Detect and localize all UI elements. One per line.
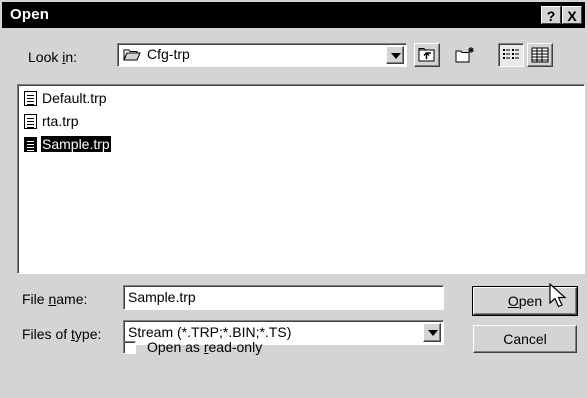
- file-list[interactable]: Default.trp rta.trp Sample.trp: [17, 84, 585, 274]
- file-name: rta.trp: [42, 113, 79, 129]
- title-bar: Open ? X: [2, 2, 585, 28]
- up-one-level-button[interactable]: [414, 43, 440, 67]
- document-icon: [24, 91, 37, 106]
- mouse-cursor-icon: [549, 283, 567, 308]
- file-type-label: Files of type:: [22, 326, 102, 342]
- open-dialog: Open ? X Look in: Cfg-trp Default.trp rt…: [0, 0, 587, 398]
- help-button[interactable]: ?: [541, 6, 561, 24]
- read-only-label: Open as read-only: [147, 339, 263, 355]
- look-in-label: Look in:: [28, 49, 78, 65]
- file-name-value: Sample.trp: [128, 289, 196, 305]
- file-name-label: File name:: [22, 291, 88, 307]
- details-view-icon: [531, 47, 549, 63]
- up-folder-icon: [418, 48, 435, 62]
- file-name: Default.trp: [42, 90, 107, 106]
- document-icon: [24, 137, 37, 152]
- file-type-value: Stream (*.TRP;*.BIN;*.TS): [128, 324, 292, 340]
- list-view-button[interactable]: [498, 43, 524, 67]
- file-name: Sample.trp: [40, 135, 112, 153]
- list-view-icon: [503, 49, 519, 59]
- close-icon: X: [567, 8, 577, 24]
- help-icon: ?: [546, 8, 556, 24]
- file-name-field[interactable]: Sample.trp: [123, 285, 444, 310]
- chevron-down-icon: [391, 53, 401, 59]
- create-new-folder-button[interactable]: [453, 43, 479, 67]
- read-only-checkbox[interactable]: [123, 341, 136, 354]
- look-in-combo[interactable]: Cfg-trp: [117, 43, 407, 67]
- document-icon: [24, 114, 37, 129]
- cancel-button[interactable]: Cancel: [473, 325, 577, 353]
- new-folder-icon: [455, 47, 474, 63]
- look-in-value: Cfg-trp: [147, 46, 190, 62]
- look-in-dropdown-button[interactable]: [386, 46, 404, 64]
- close-button[interactable]: X: [562, 6, 582, 24]
- details-view-button[interactable]: [527, 43, 553, 67]
- dialog-title: Open: [10, 6, 50, 23]
- folder-open-icon: [123, 49, 141, 61]
- chevron-down-icon: [428, 330, 438, 336]
- file-type-dropdown-button[interactable]: [423, 323, 441, 342]
